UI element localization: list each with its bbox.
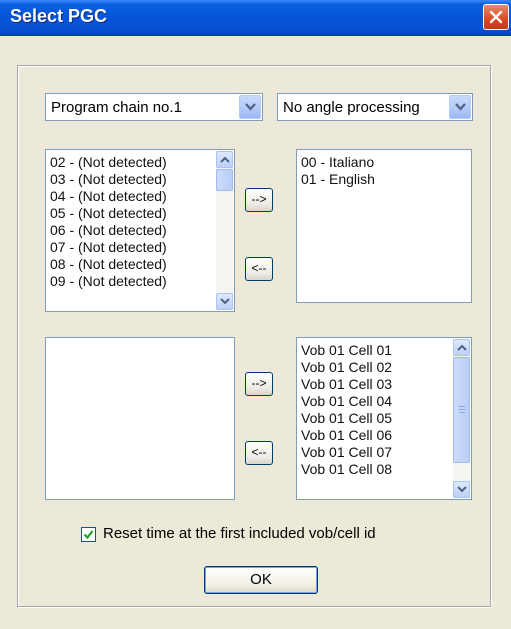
list-item[interactable]: 02 - (Not detected) xyxy=(50,154,167,171)
title-bar: Select PGC xyxy=(0,0,511,36)
list-item[interactable]: Vob 01 Cell 08 xyxy=(301,461,392,478)
scroll-up-button[interactable] xyxy=(453,339,470,356)
remove-cell-button[interactable]: <-- xyxy=(245,441,273,465)
program-chain-dropdown-button[interactable] xyxy=(239,95,261,119)
list-item[interactable]: 06 - (Not detected) xyxy=(50,222,167,239)
scroll-down-button[interactable] xyxy=(453,481,470,498)
program-chain-value: Program chain no.1 xyxy=(51,99,182,116)
list-item[interactable]: Vob 01 Cell 02 xyxy=(301,359,392,376)
list-item[interactable]: 00 - Italiano xyxy=(301,154,374,171)
select-pgc-dialog: Select PGC Program chain no.1 No angle p… xyxy=(0,0,511,629)
remove-audio-button[interactable]: <-- xyxy=(245,257,273,281)
list-item[interactable]: Vob 01 Cell 05 xyxy=(301,410,392,427)
scroll-up-icon xyxy=(220,156,230,163)
list-item[interactable]: 04 - (Not detected) xyxy=(50,188,167,205)
add-audio-button[interactable]: --> xyxy=(245,188,273,212)
cells-selected-list[interactable]: Vob 01 Cell 01 Vob 01 Cell 02 Vob 01 Cel… xyxy=(296,337,472,500)
ok-button[interactable]: OK xyxy=(204,566,318,594)
scroll-down-icon xyxy=(457,486,467,493)
scroll-down-button[interactable] xyxy=(216,293,233,310)
scroll-thumb[interactable] xyxy=(216,169,233,191)
list-item[interactable]: 05 - (Not detected) xyxy=(50,205,167,222)
scroll-up-button[interactable] xyxy=(216,151,233,168)
scroll-down-icon xyxy=(220,298,230,305)
list-item[interactable]: 09 - (Not detected) xyxy=(50,273,167,290)
window-title: Select PGC xyxy=(10,6,108,26)
list-item[interactable]: 08 - (Not detected) xyxy=(50,256,167,273)
list-item[interactable]: 03 - (Not detected) xyxy=(50,171,167,188)
reset-time-label[interactable]: Reset time at the first included vob/cel… xyxy=(103,525,376,542)
angle-select[interactable]: No angle processing xyxy=(277,93,473,121)
audio-available-scrollbar[interactable] xyxy=(216,151,233,310)
angle-value: No angle processing xyxy=(283,99,420,116)
close-icon xyxy=(489,10,503,24)
chevron-down-icon xyxy=(245,103,256,111)
cells-available-list[interactable] xyxy=(45,337,235,500)
list-item[interactable]: Vob 01 Cell 01 xyxy=(301,342,392,359)
reset-time-checkbox[interactable] xyxy=(81,527,96,542)
list-item[interactable]: Vob 01 Cell 04 xyxy=(301,393,392,410)
list-item[interactable]: 01 - English xyxy=(301,171,375,188)
checkmark-icon xyxy=(83,530,94,540)
cells-selected-scrollbar[interactable] xyxy=(453,339,470,498)
program-chain-select[interactable]: Program chain no.1 xyxy=(45,93,263,121)
close-button[interactable] xyxy=(483,4,509,30)
audio-available-list[interactable]: 02 - (Not detected) 03 - (Not detected) … xyxy=(45,149,235,312)
audio-selected-list[interactable]: 00 - Italiano 01 - English xyxy=(296,149,472,303)
list-item[interactable]: Vob 01 Cell 07 xyxy=(301,444,392,461)
list-item[interactable]: Vob 01 Cell 03 xyxy=(301,376,392,393)
list-item[interactable]: Vob 01 Cell 06 xyxy=(301,427,392,444)
chevron-down-icon xyxy=(455,103,466,111)
add-cell-button[interactable]: --> xyxy=(245,372,273,396)
scroll-up-icon xyxy=(457,344,467,351)
angle-dropdown-button[interactable] xyxy=(449,95,471,119)
scroll-thumb[interactable] xyxy=(453,357,470,463)
list-item[interactable]: 07 - (Not detected) xyxy=(50,239,167,256)
